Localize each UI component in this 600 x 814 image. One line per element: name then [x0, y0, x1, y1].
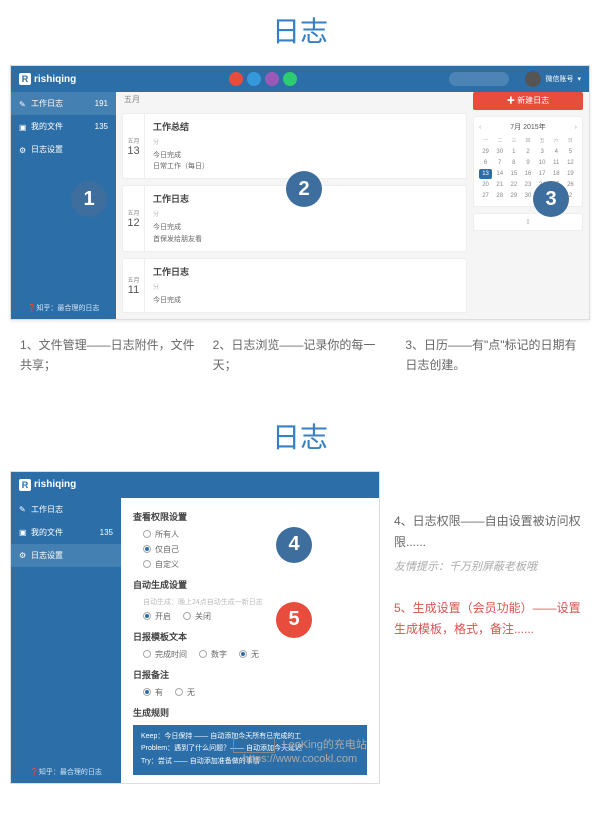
perm-options: 所有人 仅自己 自定义 — [133, 529, 367, 570]
captions: 1、文件管理——日志附件，文件共享； 2、日志浏览——记录你的每一天； 3、日历… — [20, 335, 580, 376]
sidebar-count: 191 — [95, 99, 108, 108]
radio-all[interactable]: 所有人 — [143, 529, 367, 540]
nav-icon-2[interactable] — [247, 72, 261, 86]
sidebar-item-journal[interactable]: ✎ 工作日志 191 — [11, 92, 116, 115]
sidebar-item-journal[interactable]: ✎工作日志 — [11, 498, 121, 521]
sidebar-item-settings[interactable]: ⚙ 日志设置 — [11, 138, 116, 161]
entry-sub: 分 — [153, 209, 458, 218]
caption-4: 4、日志权限——自由设置被访问权限...... — [394, 511, 590, 554]
badge-2: 2 — [286, 171, 322, 207]
caption-2: 2、日志浏览——记录你的每一天； — [213, 335, 388, 376]
radio-yes[interactable]: 有 — [143, 687, 163, 698]
radio-time[interactable]: 完成时间 — [143, 649, 187, 660]
logo-text: rishiqing — [34, 479, 76, 490]
caption-4-hint: 友情提示：千万别屏蔽老板哦 — [394, 558, 590, 578]
gen-title: 生成规则 — [133, 706, 367, 719]
nav-icon-1[interactable] — [229, 72, 243, 86]
right-captions: 4、日志权限——自由设置被访问权限...... 友情提示：千万别屏蔽老板哦 5、… — [394, 471, 590, 641]
entry-title: 工作总结 — [153, 120, 458, 133]
caption-1: 1、文件管理——日志附件，文件共享； — [20, 335, 195, 376]
folder-icon: ▣ — [19, 123, 27, 131]
badge-5: 5 — [276, 602, 312, 638]
app-header: R rishiqing 微信账号 ▾ — [11, 66, 589, 92]
auto-options: 开启 关闭 — [133, 611, 367, 622]
caption-3: 3、日历——有"点"标记的日期有日志创建。 — [405, 335, 580, 376]
entry-date: 五月12 — [123, 186, 145, 250]
app-screenshot-1: R rishiqing 微信账号 ▾ ✎工作日志 191 ▣我的文 — [10, 65, 590, 320]
radio-self[interactable]: 仅自己 — [143, 544, 367, 555]
gear-icon: ⚙ — [19, 146, 27, 154]
sidebar-label: 日志设置 — [31, 144, 63, 155]
remark-options: 有 无 — [133, 687, 367, 698]
sidebar-tip[interactable]: ❓知乎：最合理的日志 — [11, 767, 121, 777]
user-name: 微信账号 — [545, 74, 573, 84]
logo[interactable]: R rishiqing — [19, 73, 76, 85]
entry-title: 工作日志 — [153, 265, 458, 278]
back-top-button[interactable]: ⇧ — [473, 213, 583, 231]
logo-text: rishiqing — [34, 74, 76, 85]
radio-none[interactable]: 无 — [239, 649, 259, 660]
logo-icon: R — [19, 479, 31, 491]
watermark-name: LeoKing的充电站 — [282, 739, 366, 751]
pencil-icon: ✎ — [19, 100, 27, 108]
auto-title: 自动生成设置 — [133, 578, 367, 591]
sidebar-label: 我的文件 — [31, 121, 63, 132]
sidebar-tip[interactable]: ❓知乎：最合理的日志 — [11, 303, 116, 313]
badge-4: 4 — [276, 527, 312, 563]
cal-prev-icon[interactable]: ‹ — [479, 124, 481, 131]
sidebar-count: 135 — [95, 122, 108, 131]
journal-entry[interactable]: 五月11 工作日志 分 今日完成 — [122, 258, 467, 313]
main-content: 五月 五月13 工作总结 分 今日完成 日常工作（每日） 五月12 工作日志 分 — [116, 66, 589, 319]
cal-month: 7月 2015年 — [510, 122, 545, 132]
header-icons — [229, 72, 297, 86]
remark-title: 日报备注 — [133, 668, 367, 681]
search-input[interactable] — [449, 72, 509, 86]
sidebar-item-files[interactable]: ▣ 我的文件 135 — [11, 115, 116, 138]
badge-3: 3 — [533, 181, 569, 217]
radio-number[interactable]: 数字 — [199, 649, 227, 660]
nav-icon-4[interactable] — [283, 72, 297, 86]
watermark-box — [233, 737, 275, 753]
badge-1: 1 — [71, 181, 107, 217]
entry-text: 首保发给朋友看 — [153, 234, 458, 245]
entry-text: 今日完成 — [153, 150, 458, 161]
new-journal-button[interactable]: ✚ 新建日志 — [473, 92, 583, 110]
sidebar-item-files[interactable]: ▣我的文件 135 — [11, 521, 121, 544]
user-menu[interactable]: 微信账号 ▾ — [525, 71, 581, 87]
journal-entry[interactable]: 五月13 工作总结 分 今日完成 日常工作（每日） — [122, 113, 467, 179]
column-header: 五月 — [122, 92, 467, 107]
sidebar-item-settings[interactable]: ⚙日志设置 — [11, 544, 121, 567]
perm-title: 查看权限设置 — [133, 510, 367, 523]
sidebar-label: 工作日志 — [31, 98, 63, 109]
entry-text: 今日完成 — [153, 222, 458, 233]
watermark-url: https://www.cocokl.com — [243, 753, 357, 765]
entry-sub: 分 — [153, 137, 458, 146]
folder-icon: ▣ — [19, 528, 27, 536]
app-header: R rishiqing — [11, 472, 379, 498]
logo[interactable]: R rishiqing — [19, 479, 76, 491]
cal-next-icon[interactable]: › — [575, 124, 577, 131]
entry-text: 今日完成 — [153, 295, 458, 306]
radio-on[interactable]: 开启 — [143, 611, 171, 622]
pencil-icon: ✎ — [19, 505, 27, 513]
chevron-down-icon: ▾ — [577, 75, 581, 83]
caption-5: 5、生成设置（会员功能）——设置生成模板，格式，备注...... — [394, 598, 590, 641]
entry-date: 五月13 — [123, 114, 145, 178]
gear-icon: ⚙ — [19, 551, 27, 559]
section-title: 日志 — [0, 0, 600, 65]
nav-icon-3[interactable] — [265, 72, 279, 86]
auto-hint: 自动生成：晚上24点自动生成一新日志 — [143, 597, 367, 607]
section-title: 日志 — [0, 406, 600, 471]
radio-custom[interactable]: 自定义 — [143, 559, 367, 570]
watermark: LeoKing的充电站 https://www.cocokl.com — [0, 736, 600, 765]
radio-no[interactable]: 无 — [175, 687, 195, 698]
entry-sub: 分 — [153, 282, 458, 291]
logo-icon: R — [19, 73, 31, 85]
radio-off[interactable]: 关闭 — [183, 611, 211, 622]
avatar — [525, 71, 541, 87]
entry-date: 五月11 — [123, 259, 145, 312]
tmpl-title: 日报模板文本 — [133, 630, 367, 643]
tmpl-options: 完成时间 数字 无 — [133, 649, 367, 660]
